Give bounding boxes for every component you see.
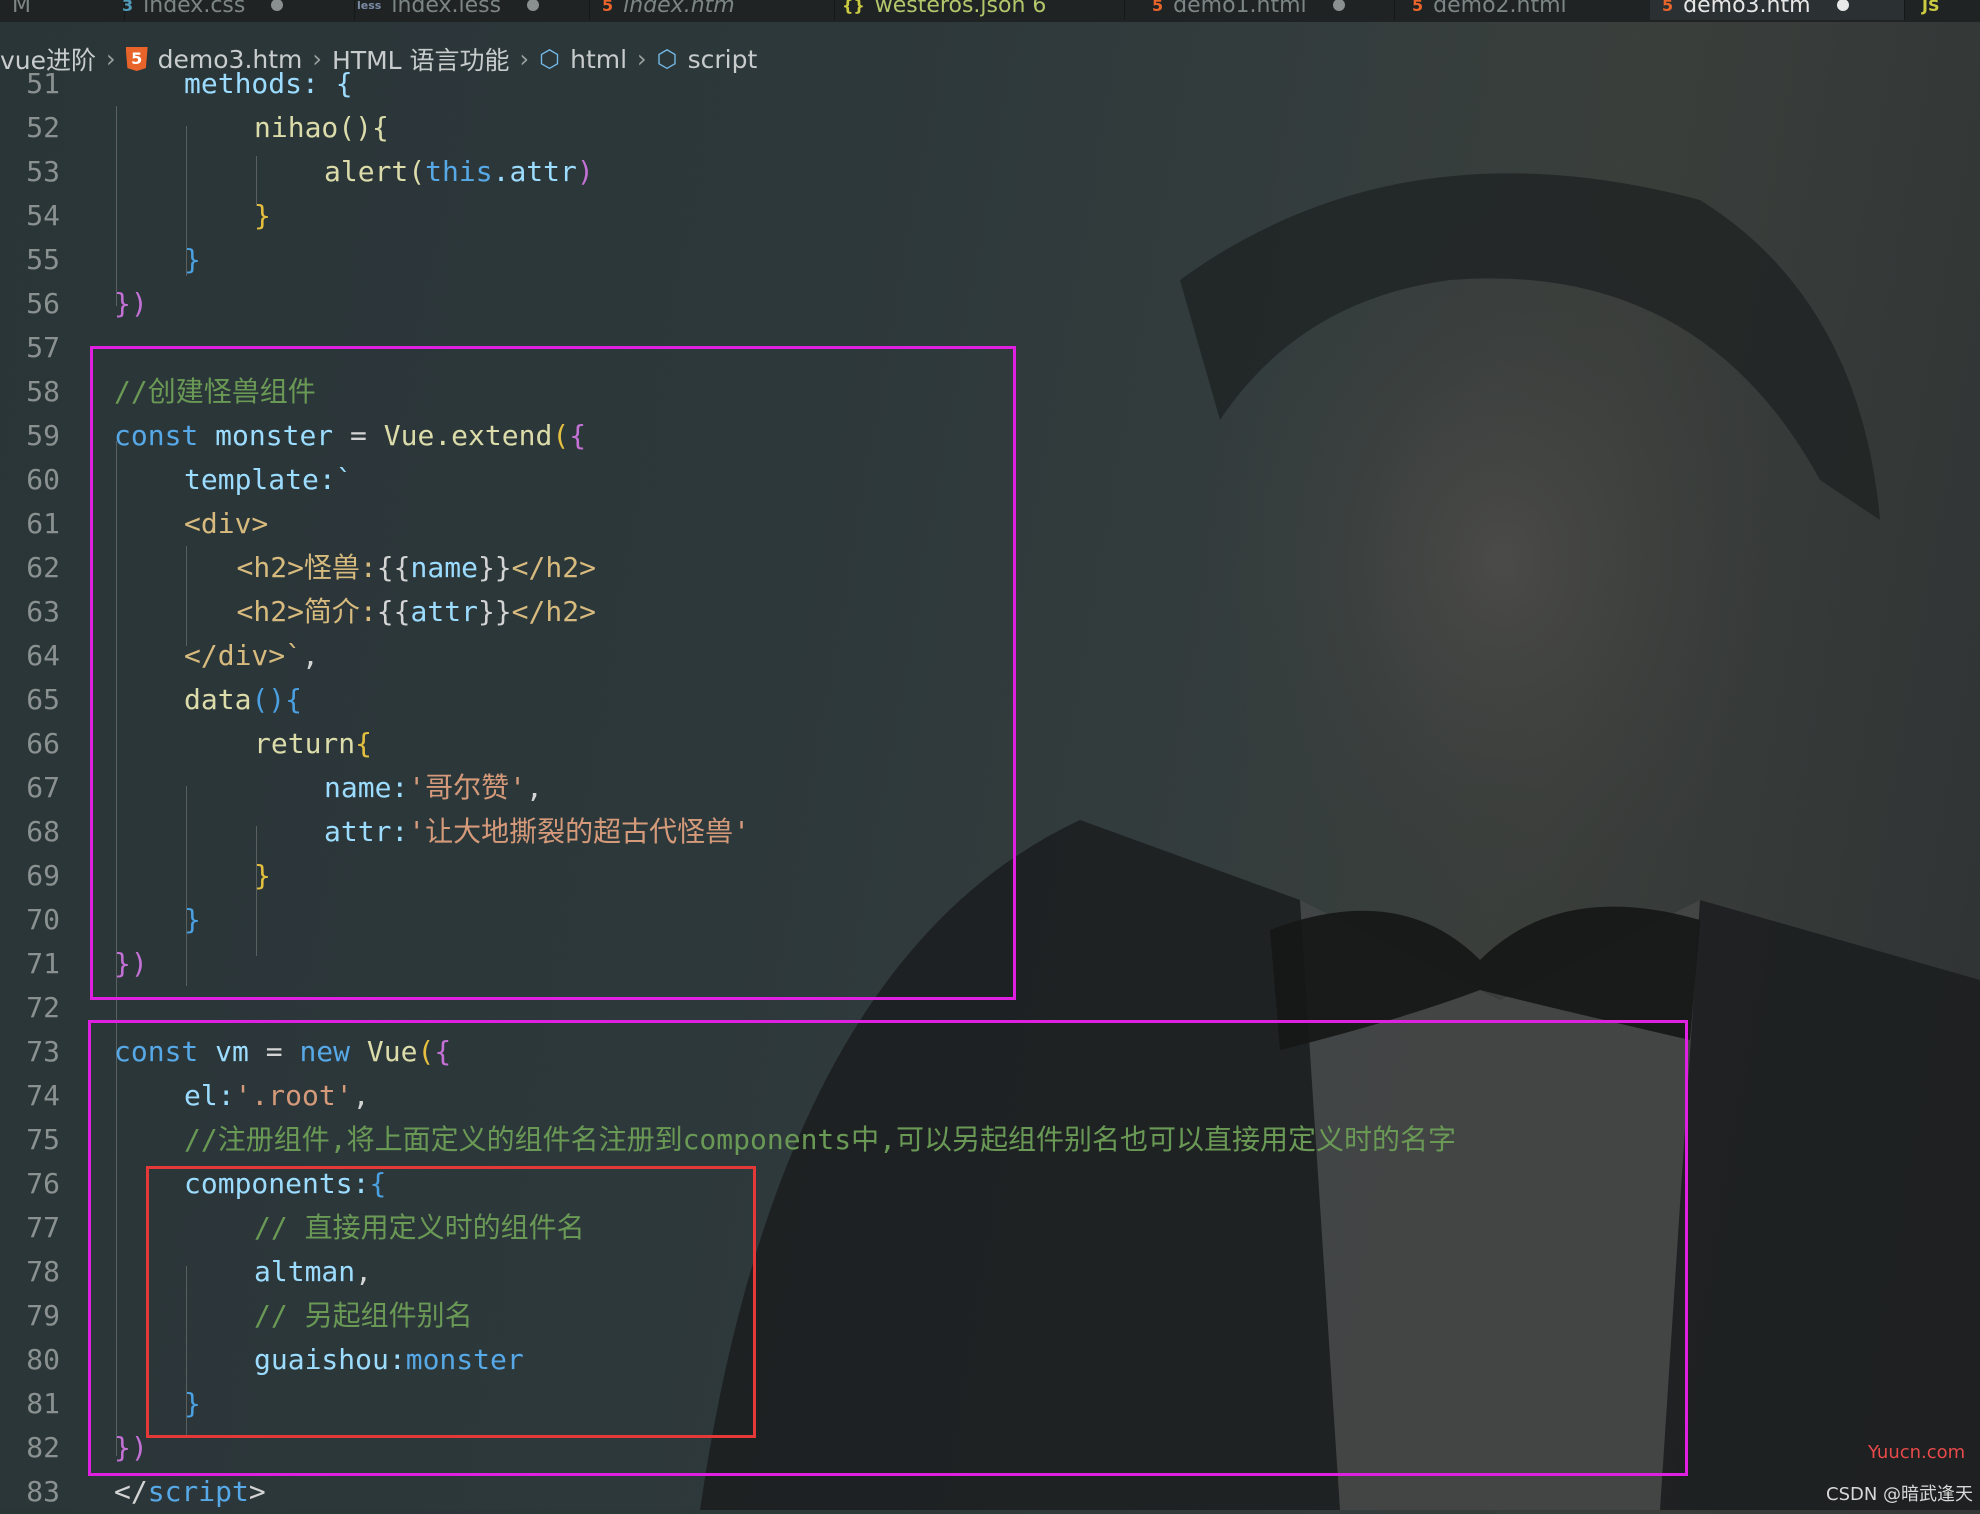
line-number: 59	[26, 419, 60, 452]
code-line[interactable]: 51 methods: {	[0, 62, 1980, 106]
code-text: })	[114, 282, 148, 326]
components-highlight	[146, 1166, 756, 1438]
html5-icon: 5	[1662, 0, 1674, 15]
code-line[interactable]: 52 nihao(){	[0, 106, 1980, 150]
tab-js[interactable]: JS	[1910, 0, 1980, 20]
line-number: 51	[26, 67, 60, 100]
tab-index-html[interactable]: 5 index.htm	[590, 0, 835, 20]
code-token: >	[248, 1475, 266, 1508]
code-token: script	[147, 1475, 249, 1508]
line-number: 71	[26, 947, 60, 980]
line-number: 72	[26, 991, 60, 1024]
tab-westeros-json[interactable]: {} westeros.json 6	[830, 0, 1125, 20]
line-number: 60	[26, 463, 60, 496]
code-line[interactable]: 56})	[0, 282, 1980, 326]
line-number: 62	[26, 551, 60, 584]
site-watermark: Yuucn.com	[1868, 1442, 1966, 1463]
line-number: 79	[26, 1299, 60, 1332]
line-number: 70	[26, 903, 60, 936]
line-number: 67	[26, 771, 60, 804]
html5-icon: 5	[1152, 0, 1164, 15]
code-token: nihao(){	[254, 111, 389, 144]
tab-demo1[interactable]: 5 demo1.html	[1140, 0, 1395, 20]
modified-dot-icon	[271, 0, 284, 11]
line-number: 65	[26, 683, 60, 716]
line-number: 81	[26, 1387, 60, 1420]
line-number: 76	[26, 1167, 60, 1200]
line-number: 53	[26, 155, 60, 188]
code-text: }	[184, 238, 201, 282]
line-number: 61	[26, 507, 60, 540]
line-number: 64	[26, 639, 60, 672]
line-number: 77	[26, 1211, 60, 1244]
line-number: 52	[26, 111, 60, 144]
code-token: methods: {	[184, 67, 353, 100]
code-token: .attr	[492, 155, 577, 188]
line-number: 57	[26, 331, 60, 364]
modified-dot-icon	[527, 0, 540, 11]
line-number: 54	[26, 199, 60, 232]
line-number: 58	[26, 375, 60, 408]
json-icon: {}	[842, 0, 865, 15]
code-token: )	[576, 155, 594, 188]
code-text: alert(this.attr)	[324, 150, 594, 194]
css-icon: 3	[122, 0, 134, 15]
tab-scm[interactable]: M	[0, 0, 125, 20]
editor-tab-bar: M 3 index.css less index.less 5 index.htm {…	[0, 0, 1980, 22]
html5-icon: 5	[602, 0, 614, 15]
code-text: methods: {	[184, 62, 353, 106]
code-line[interactable]: 53 alert(this.attr)	[0, 150, 1980, 194]
line-number: 78	[26, 1255, 60, 1288]
code-token: }	[184, 243, 201, 276]
line-number: 83	[26, 1475, 60, 1508]
code-line[interactable]: 55}	[0, 238, 1980, 282]
line-number: 75	[26, 1123, 60, 1156]
line-number: 56	[26, 287, 60, 320]
code-token: alert(	[324, 155, 426, 188]
code-token: })	[114, 287, 148, 320]
line-number: 80	[26, 1343, 60, 1376]
code-token: }	[254, 199, 271, 232]
line-number: 68	[26, 815, 60, 848]
monster-component-highlight	[90, 346, 1016, 1000]
code-token: this	[425, 155, 493, 188]
tab-demo3[interactable]: 5 demo3.htm	[1650, 0, 1905, 20]
line-number: 82	[26, 1431, 60, 1464]
line-number: 69	[26, 859, 60, 892]
code-token: </	[114, 1475, 148, 1508]
code-text: nihao(){	[254, 106, 389, 150]
modified-dot-icon	[1332, 0, 1345, 11]
code-line[interactable]: 54}	[0, 194, 1980, 238]
line-number: 73	[26, 1035, 60, 1068]
html5-icon: 5	[1412, 0, 1424, 15]
code-text: }	[254, 194, 271, 238]
author-watermark: CSDN @暗武逢天	[1826, 1484, 1974, 1505]
line-number: 74	[26, 1079, 60, 1112]
tab-index-less[interactable]: less index.less	[345, 0, 590, 20]
line-number: 55	[26, 243, 60, 276]
code-line[interactable]: 83 </script>	[0, 1470, 1980, 1514]
tab-index-css[interactable]: 3 index.css	[110, 0, 355, 20]
less-icon: less	[357, 0, 382, 12]
line-number: 63	[26, 595, 60, 628]
js-icon: JS	[1922, 0, 1940, 15]
tab-demo2[interactable]: 5 demo2.html	[1400, 0, 1655, 20]
modified-dot-icon	[1836, 0, 1849, 11]
line-number: 66	[26, 727, 60, 760]
code-text: </script>	[114, 1470, 266, 1514]
